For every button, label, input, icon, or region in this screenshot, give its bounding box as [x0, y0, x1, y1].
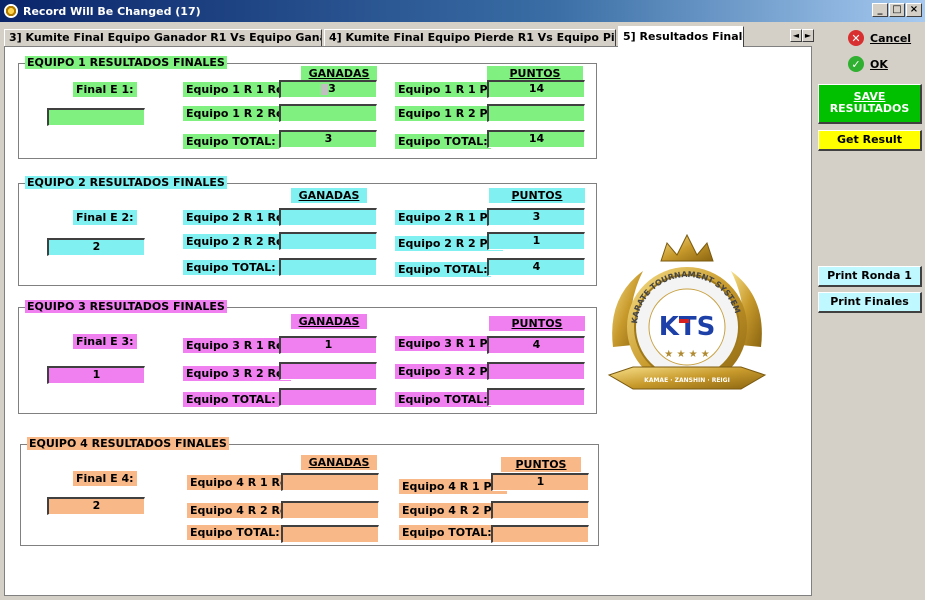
tab-kumite-ganador[interactable]: 3] Kumite Final Equipo Ganador R1 Vs Equ… — [4, 29, 322, 46]
total-re-field[interactable] — [279, 258, 377, 276]
puntos-header: PUNTOS — [489, 188, 585, 203]
window-controls: _ □ × — [872, 3, 922, 17]
equipo-3-title: EQUIPO 3 RESULTADOS FINALES — [25, 300, 227, 313]
r1-pu-field[interactable]: 1 — [491, 473, 589, 491]
r1-re-field[interactable]: 3 — [279, 80, 377, 98]
window-title: Record Will Be Changed (17) — [23, 4, 201, 18]
equipo-1-group: EQUIPO 1 RESULTADOS FINALES GANADAS PUNT… — [18, 56, 597, 159]
title-bar: Record Will Be Changed (17) — [0, 0, 925, 22]
total-pu-field[interactable] — [487, 388, 585, 406]
total-pu-label: Equipo TOTAL: — [395, 262, 491, 277]
r2-re-label: Equipo 4 R 2 Re: — [187, 503, 295, 518]
r2-pu-field[interactable] — [487, 104, 585, 122]
kts-logo: KARATE TOURNAMENT SYSTEM KTS ★ ★ ★ ★ KAM… — [607, 233, 767, 390]
tab-scroll-left-icon[interactable]: ◄ — [790, 29, 802, 42]
puntos-header: PUNTOS — [489, 316, 585, 331]
r2-pu-field[interactable] — [487, 362, 585, 380]
equipo-2-title: EQUIPO 2 RESULTADOS FINALES — [25, 176, 227, 189]
ganadas-header: GANADAS — [291, 188, 367, 203]
final-label: Final E 2: — [73, 210, 137, 225]
r2-re-field[interactable] — [281, 501, 379, 519]
puntos-header: PUNTOS — [487, 66, 583, 81]
final-field[interactable]: 2 — [47, 238, 145, 256]
r1-re-field[interactable]: 1 — [279, 336, 377, 354]
final-label: Final E 3: — [73, 334, 137, 349]
total-re-label: Equipo TOTAL: — [187, 525, 283, 540]
total-pu-field[interactable]: 4 — [487, 258, 585, 276]
ganadas-header: GANADAS — [301, 455, 377, 470]
maximize-button[interactable]: □ — [889, 3, 905, 17]
r2-re-field[interactable] — [279, 104, 377, 122]
final-field[interactable]: 2 — [47, 497, 145, 515]
tab-strip: 3] Kumite Final Equipo Ganador R1 Vs Equ… — [4, 26, 814, 47]
logo-ribbon-text: KAMAE · ZANSHIN · REIGI — [644, 377, 730, 384]
ok-label: OK — [870, 57, 888, 71]
equipo-4-group: EQUIPO 4 RESULTADOS FINALES GANADAS PUNT… — [20, 437, 599, 546]
r2-re-label: Equipo 2 R 2 Re: — [183, 234, 291, 249]
final-field[interactable]: 1 — [47, 366, 145, 384]
r1-re-label: Equipo 2 R 1 Re: — [183, 210, 291, 225]
r1-re-field[interactable] — [279, 208, 377, 226]
final-label: Final E 4: — [73, 471, 137, 486]
r1-pu-field[interactable]: 3 — [487, 208, 585, 226]
total-pu-field[interactable]: 14 — [487, 130, 585, 148]
tab-kumite-pierde[interactable]: 4] Kumite Final Equipo Pierde R1 Vs Equi… — [324, 29, 616, 46]
r2-pu-field[interactable]: 1 — [487, 232, 585, 250]
close-button[interactable]: × — [906, 3, 922, 17]
r2-re-field[interactable] — [279, 362, 377, 380]
r2-re-label: Equipo 1 R 2 Re: — [183, 106, 291, 121]
app-icon — [4, 4, 18, 18]
logo-stars-icon: ★ ★ ★ ★ — [664, 349, 709, 360]
tab-resultados-finales[interactable]: 5] Resultados Finales — [618, 26, 744, 47]
total-re-label: Equipo TOTAL: — [183, 134, 279, 149]
r1-re-field[interactable] — [281, 473, 379, 491]
r1-re-label: Equipo 1 R 1 Re: — [183, 82, 291, 97]
logo-kts-text: KTS — [659, 312, 716, 342]
total-re-field[interactable] — [279, 388, 377, 406]
r1-re-label: Equipo 4 R 1 Re: — [187, 475, 295, 490]
total-re-label: Equipo TOTAL: — [183, 260, 279, 275]
r2-re-field[interactable] — [279, 232, 377, 250]
total-pu-label: Equipo TOTAL: — [399, 525, 495, 540]
ganadas-header: GANADAS — [291, 314, 367, 329]
tab-scroll-arrows: ◄ ► — [790, 29, 814, 42]
check-icon: ✓ — [848, 56, 864, 72]
final-label: Final E 1: — [73, 82, 137, 97]
total-pu-field[interactable] — [491, 525, 589, 543]
total-re-field[interactable] — [281, 525, 379, 543]
print-ronda-button[interactable]: Print Ronda 1 — [818, 266, 922, 287]
results-panel: EQUIPO 1 RESULTADOS FINALES GANADAS PUNT… — [4, 46, 812, 596]
cancel-button[interactable]: ✕ Cancel — [848, 30, 911, 46]
r2-pu-field[interactable] — [491, 501, 589, 519]
total-pu-label: Equipo TOTAL: — [395, 392, 491, 407]
save-resultados-button[interactable]: SAVE RESULTADOS — [818, 84, 922, 124]
cancel-label: Cancel — [870, 31, 912, 45]
equipo-3-group: EQUIPO 3 RESULTADOS FINALES GANADAS PUNT… — [18, 300, 597, 414]
equipo-2-group: EQUIPO 2 RESULTADOS FINALES GANADAS PUNT… — [18, 176, 597, 286]
total-pu-label: Equipo TOTAL: — [395, 134, 491, 149]
cancel-icon: ✕ — [848, 30, 864, 46]
ganadas-header: GANADAS — [301, 66, 377, 81]
minimize-button[interactable]: _ — [872, 3, 888, 17]
equipo-4-title: EQUIPO 4 RESULTADOS FINALES — [27, 437, 229, 450]
total-re-field[interactable]: 3 — [279, 130, 377, 148]
get-result-button[interactable]: Get Result — [818, 130, 922, 151]
r1-re-label: Equipo 3 R 1 Re: — [183, 338, 291, 353]
save-label-line2: RESULTADOS — [829, 102, 910, 115]
r1-pu-field[interactable]: 14 — [487, 80, 585, 98]
puntos-header: PUNTOS — [501, 457, 581, 472]
print-finales-button[interactable]: Print Finales — [818, 292, 922, 313]
r1-pu-field[interactable]: 4 — [487, 336, 585, 354]
r2-re-label: Equipo 3 R 2 Re: — [183, 366, 291, 381]
total-re-label: Equipo TOTAL: — [183, 392, 279, 407]
equipo-1-title: EQUIPO 1 RESULTADOS FINALES — [25, 56, 227, 69]
ok-button[interactable]: ✓ OK — [848, 56, 888, 72]
tab-scroll-right-icon[interactable]: ► — [802, 29, 814, 42]
final-field[interactable] — [47, 108, 145, 126]
